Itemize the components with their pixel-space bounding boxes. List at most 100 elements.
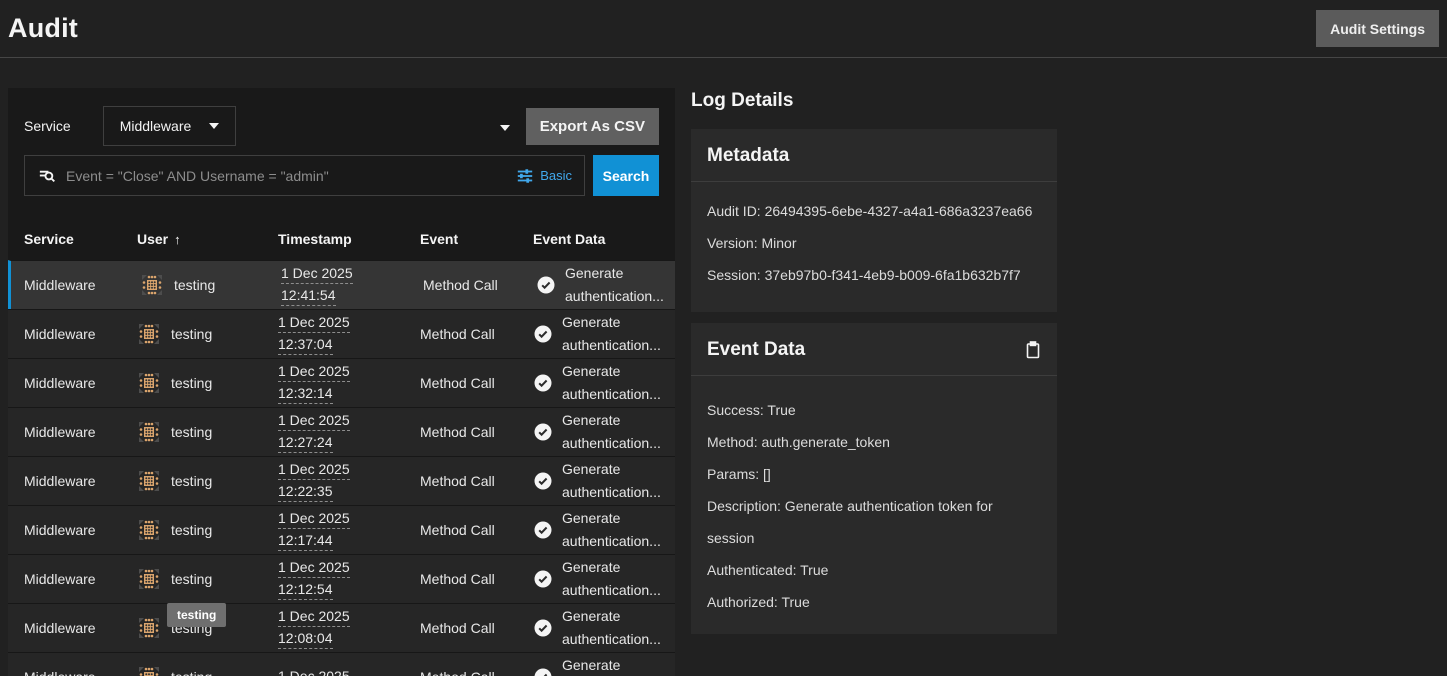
table-row[interactable]: Middleware [8, 652, 675, 676]
cell-user[interactable]: testing [121, 567, 262, 591]
table-row[interactable]: Middleware [8, 358, 675, 407]
success-check-icon [533, 422, 553, 442]
secondary-select[interactable] [492, 111, 518, 142]
cell-service: Middleware [8, 473, 121, 489]
log-details-title: Log Details [691, 90, 1057, 112]
event-method: Method: auth.generate_token [707, 426, 1041, 458]
export-csv-button[interactable]: Export As CSV [526, 108, 659, 145]
event-params: Params: [] [707, 458, 1041, 490]
event-data-card: Event Data Success: True Method: auth.ge… [691, 323, 1057, 634]
success-check-icon [533, 618, 553, 638]
cell-event: Method Call [404, 372, 517, 395]
cell-service: Middleware [8, 669, 121, 676]
table-row[interactable]: Middleware [8, 505, 675, 554]
cell-service: Middleware [11, 277, 124, 293]
service-select-value: Middleware [120, 118, 192, 134]
audit-settings-button[interactable]: Audit Settings [1316, 10, 1439, 47]
success-check-icon [533, 471, 553, 491]
event-success: Success: True [707, 394, 1041, 426]
cell-service: Middleware [8, 571, 121, 587]
table-row[interactable]: Middleware [8, 309, 675, 358]
cell-service: Middleware [8, 375, 121, 391]
cell-event: Method Call [407, 274, 520, 297]
column-header-timestamp[interactable]: Timestamp [262, 231, 404, 247]
table-row[interactable]: Middleware [8, 554, 675, 603]
audit-log-panel: Service Middleware Export As CSV [8, 88, 675, 676]
cell-timestamp[interactable]: 1 Dec 2025 12:08:04 [262, 607, 404, 649]
cell-user[interactable]: testing [121, 322, 262, 346]
cell-timestamp[interactable]: 1 Dec 2025 12:32:14 [262, 362, 404, 404]
cell-event: Method Call [404, 617, 517, 640]
cell-event-data: Generate authentication... [520, 262, 683, 308]
cell-user[interactable]: testing [124, 273, 265, 297]
cell-event: Method Call [404, 519, 517, 542]
cell-timestamp[interactable]: 1 Dec 2025 12:17:44 [262, 509, 404, 551]
cell-event-data: Generate authentication... [517, 311, 680, 357]
column-header-user[interactable]: User↑ [121, 231, 262, 247]
cell-timestamp[interactable]: 1 Dec 2025 12:12:54 [262, 558, 404, 600]
service-filter-label: Service [24, 118, 71, 134]
metadata-card: Metadata Audit ID: 26494395-6ebe-4327-a4… [691, 129, 1057, 312]
user-avatar-icon [137, 469, 161, 493]
user-avatar-icon [137, 616, 161, 640]
search-box: Basic [24, 155, 585, 196]
cell-service: Middleware [8, 522, 121, 538]
cell-timestamp[interactable]: 1 Dec 2025 12:27:24 [262, 411, 404, 453]
event-data-card-title: Event Data [707, 339, 805, 361]
cell-event: Method Call [404, 421, 517, 444]
search-button[interactable]: Search [593, 155, 659, 196]
success-check-icon [533, 324, 553, 344]
column-header-event-data[interactable]: Event Data [517, 231, 675, 247]
username-tooltip: testing [167, 603, 226, 627]
column-header-service[interactable]: Service [8, 231, 121, 247]
user-avatar-icon [137, 420, 161, 444]
table-body: Middleware [8, 260, 675, 676]
chevron-down-icon [500, 125, 510, 131]
cell-user[interactable]: testing [121, 469, 262, 493]
log-details-panel: Log Details Metadata Audit ID: 26494395-… [691, 88, 1057, 676]
metadata-version: Version: Minor [707, 232, 1041, 255]
metadata-session: Session: 37eb97b0-f341-4eb9-b009-6fa1b63… [707, 264, 1041, 287]
user-avatar-icon [137, 322, 161, 346]
cell-user[interactable]: testing [121, 371, 262, 395]
cell-event-data: Generate authentication... [517, 605, 680, 651]
cell-event: Method Call [404, 470, 517, 493]
metadata-audit-id: Audit ID: 26494395-6ebe-4327-a4a1-686a32… [707, 200, 1041, 223]
cell-user[interactable]: testing [121, 518, 262, 542]
user-avatar-icon [137, 665, 161, 676]
basic-mode-toggle[interactable]: Basic [516, 167, 572, 185]
metadata-card-body: Audit ID: 26494395-6ebe-4327-a4a1-686a32… [691, 182, 1057, 312]
user-avatar-icon [137, 567, 161, 591]
column-header-event[interactable]: Event [404, 231, 517, 247]
table-row[interactable]: Middleware [8, 456, 675, 505]
page-title: Audit [8, 13, 78, 44]
cell-event-data: Generate authentication... [517, 556, 680, 602]
cell-event-data: Generate authentication... [517, 360, 680, 406]
cell-event: Method Call [404, 323, 517, 346]
cell-user[interactable]: testing [121, 420, 262, 444]
table-header-row: Service User↑ Timestamp Event Event Data [8, 217, 675, 260]
user-avatar-icon [137, 518, 161, 542]
cell-event-data: Generate authentication... [517, 409, 680, 455]
settings-adjust-icon [516, 167, 534, 185]
table-row[interactable]: Middleware [8, 407, 675, 456]
copy-clipboard-icon[interactable] [1025, 341, 1041, 359]
cell-event: Method Call [404, 568, 517, 591]
cell-user[interactable]: testing [121, 665, 262, 676]
success-check-icon [536, 275, 556, 295]
cell-timestamp[interactable]: 1 Dec 2025 [262, 667, 404, 676]
table-row[interactable]: Middleware [8, 603, 675, 652]
cell-timestamp[interactable]: 1 Dec 2025 12:22:35 [262, 460, 404, 502]
cell-event-data: Generate authentication... [517, 458, 680, 504]
cell-event-data: Generate authentication... [517, 654, 680, 676]
event-authenticated: Authenticated: True [707, 554, 1041, 586]
service-select[interactable]: Middleware [103, 106, 237, 146]
cell-timestamp[interactable]: 1 Dec 2025 12:37:04 [262, 313, 404, 355]
table-row[interactable]: Middleware [8, 260, 675, 309]
success-check-icon [533, 373, 553, 393]
user-avatar-icon [140, 273, 164, 297]
success-check-icon [533, 520, 553, 540]
cell-timestamp[interactable]: 1 Dec 2025 12:41:54 [265, 264, 407, 306]
cell-service: Middleware [8, 424, 121, 440]
search-input[interactable] [66, 168, 506, 184]
